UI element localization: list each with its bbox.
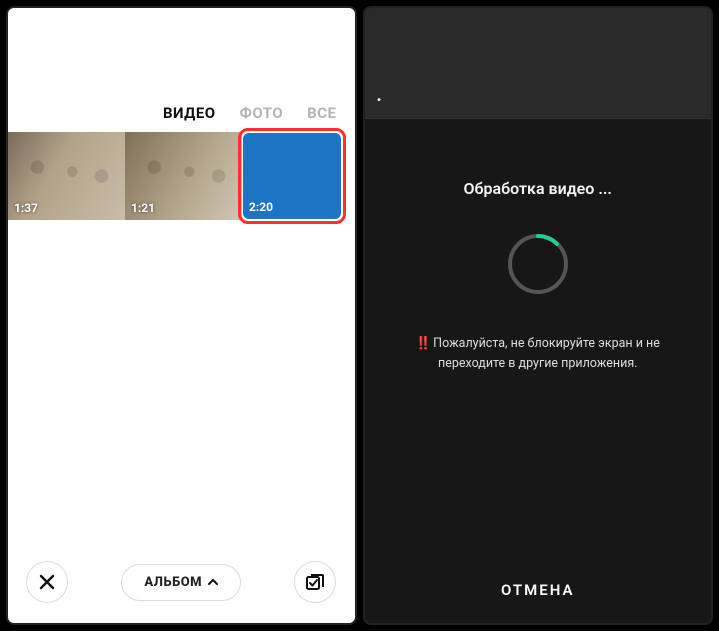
video-thumb[interactable]: 1:37 <box>8 132 125 220</box>
warning-text: ‼️Пожалуйста, не блокируйте экран и не п… <box>365 334 712 374</box>
multiselect-button[interactable] <box>294 561 336 603</box>
warning-icon: ‼️ <box>416 336 432 351</box>
tab-photo[interactable]: ФОТО <box>240 104 284 122</box>
video-duration: 1:21 <box>131 201 155 215</box>
bottom-bar: АЛЬБОМ <box>8 547 355 623</box>
processing-screen: . Обработка видео ... ‼️Пожалуйста, не б… <box>363 6 714 625</box>
tab-video[interactable]: ВИДЕО <box>163 104 216 122</box>
gallery-screen: ВИДЕО ФОТО ВСЕ 1:37 1:21 2:20 <box>6 6 357 625</box>
chevron-up-icon <box>208 577 218 587</box>
video-thumb[interactable]: 1:21 <box>125 132 242 220</box>
thumbnail-strip: 1:37 1:21 2:20 <box>8 132 355 220</box>
multiselect-icon <box>305 572 325 592</box>
dimmed-header: . <box>365 8 712 119</box>
processing-title: Обработка видео ... <box>464 179 612 198</box>
progress-spinner <box>502 228 574 300</box>
processing-overlay: Обработка видео ... ‼️Пожалуйста, не бло… <box>365 119 712 623</box>
tab-all[interactable]: ВСЕ <box>307 104 336 122</box>
tabs: ВИДЕО ФОТО ВСЕ <box>8 88 355 132</box>
video-duration: 2:20 <box>249 200 273 214</box>
header-dot: . <box>377 85 382 106</box>
warning-message: Пожалуйста, не блокируйте экран и не пер… <box>433 336 660 371</box>
cancel-button[interactable]: ОТМЕНА <box>365 561 712 623</box>
video-duration: 1:37 <box>14 201 38 215</box>
album-label: АЛЬБОМ <box>144 575 202 590</box>
album-button[interactable]: АЛЬБОМ <box>121 564 241 601</box>
close-icon <box>38 573 56 591</box>
close-button[interactable] <box>26 561 68 603</box>
video-thumb-selected[interactable]: 2:20 <box>242 132 342 220</box>
